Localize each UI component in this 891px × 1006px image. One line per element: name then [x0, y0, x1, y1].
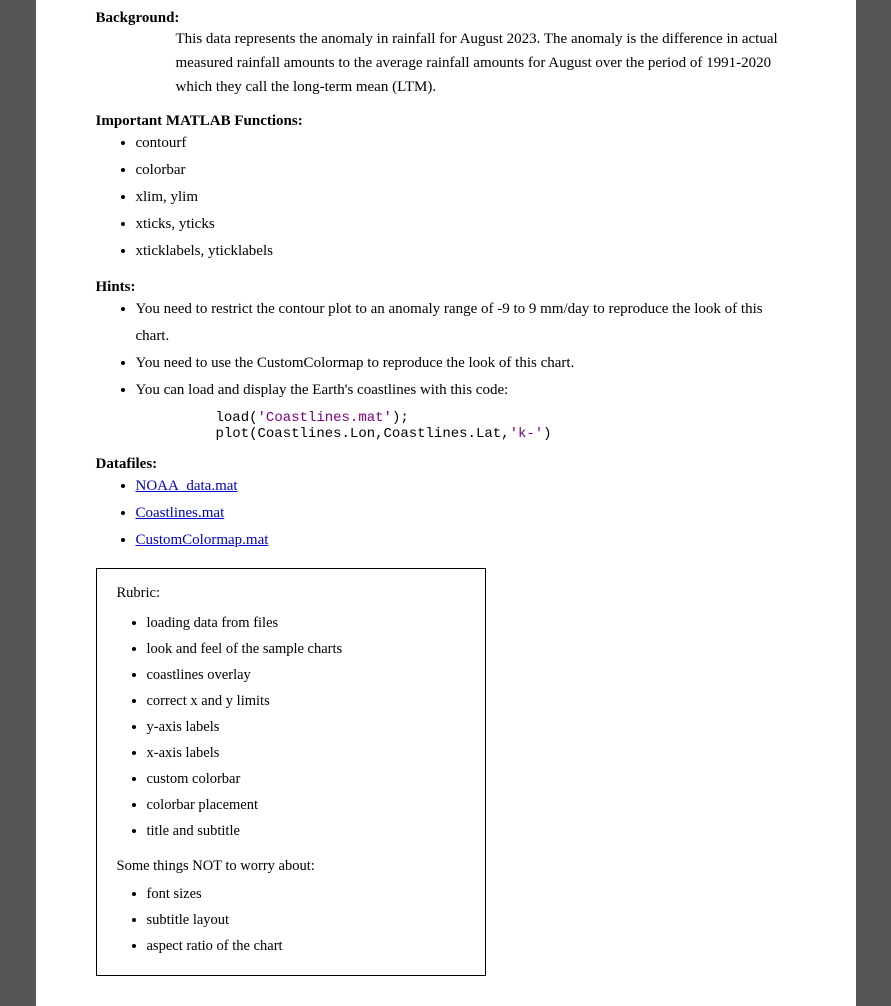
- page-container: Background: This data represents the ano…: [36, 0, 856, 1006]
- list-item: font sizes: [147, 881, 465, 907]
- coastlines-link[interactable]: Coastlines.mat: [136, 505, 225, 521]
- code-line-2: plot(Coastlines.Lon,Coastlines.Lat,'k-'): [216, 426, 796, 442]
- list-item: You need to use the CustomColormap to re…: [136, 350, 796, 377]
- list-item: y-axis labels: [147, 714, 465, 740]
- not-worry-label: Some things NOT to worry about:: [117, 854, 465, 879]
- matlab-functions-list: contourf colorbar xlim, ylim xticks, yti…: [136, 130, 796, 265]
- hints-label: Hints:: [96, 279, 136, 295]
- code-coastlines-string: 'Coastlines.mat': [258, 410, 392, 426]
- list-item: correct x and y limits: [147, 688, 465, 714]
- code-semicolon: );: [392, 410, 409, 426]
- list-item: colorbar placement: [147, 792, 465, 818]
- list-item: xlim, ylim: [136, 184, 796, 211]
- list-item: title and subtitle: [147, 818, 465, 844]
- list-item: custom colorbar: [147, 766, 465, 792]
- list-item: You can load and display the Earth's coa…: [136, 377, 796, 404]
- code-k-string: 'k-': [510, 426, 544, 442]
- background-section: Background: This data represents the ano…: [96, 10, 796, 99]
- background-label: Background:: [96, 10, 180, 26]
- hint-1: You need to restrict the contour plot to…: [136, 301, 763, 344]
- datafiles-section: Datafiles: NOAA_data.mat Coastlines.mat …: [96, 456, 796, 554]
- datafiles-list: NOAA_data.mat Coastlines.mat CustomColor…: [136, 473, 796, 554]
- list-item: loading data from files: [147, 610, 465, 636]
- datafiles-label: Datafiles:: [96, 456, 158, 472]
- list-item: colorbar: [136, 157, 796, 184]
- list-item: look and feel of the sample charts: [147, 636, 465, 662]
- matlab-func-3: xlim, ylim: [136, 189, 199, 205]
- list-item: Coastlines.mat: [136, 500, 796, 527]
- list-item: x-axis labels: [147, 740, 465, 766]
- background-text: This data represents the anomaly in rain…: [176, 27, 796, 99]
- matlab-section: Important MATLAB Functions: contourf col…: [96, 113, 796, 265]
- code-plot-suffix: ): [543, 426, 551, 442]
- code-line-1: load('Coastlines.mat');: [216, 410, 796, 426]
- list-item: xticks, yticks: [136, 211, 796, 238]
- list-item: NOAA_data.mat: [136, 473, 796, 500]
- hints-section: Hints: You need to restrict the contour …: [96, 279, 796, 442]
- rubric-box: Rubric: loading data from files look and…: [96, 568, 486, 976]
- rubric-items-list: loading data from files look and feel of…: [147, 610, 465, 845]
- list-item: xticklabels, yticklabels: [136, 238, 796, 265]
- matlab-func-1: contourf: [136, 135, 187, 151]
- list-item: aspect ratio of the chart: [147, 933, 465, 959]
- hint-3: You can load and display the Earth's coa…: [136, 382, 509, 398]
- list-item: coastlines overlay: [147, 662, 465, 688]
- not-worry-list: font sizes subtitle layout aspect ratio …: [147, 881, 465, 959]
- noaa-data-link[interactable]: NOAA_data.mat: [136, 478, 238, 494]
- matlab-label: Important MATLAB Functions:: [96, 113, 303, 129]
- hints-list: You need to restrict the contour plot to…: [136, 296, 796, 404]
- list-item: subtitle layout: [147, 907, 465, 933]
- matlab-func-2: colorbar: [136, 162, 186, 178]
- hint-2: You need to use the CustomColormap to re…: [136, 355, 575, 371]
- list-item: contourf: [136, 130, 796, 157]
- code-load: load(: [216, 410, 258, 426]
- list-item: You need to restrict the contour plot to…: [136, 296, 796, 350]
- code-plot-prefix: plot(Coastlines.Lon,Coastlines.Lat,: [216, 426, 510, 442]
- matlab-func-4: xticks, yticks: [136, 216, 215, 232]
- matlab-func-5: xticklabels, yticklabels: [136, 243, 273, 259]
- list-item: CustomColormap.mat: [136, 527, 796, 554]
- custom-colormap-link[interactable]: CustomColormap.mat: [136, 532, 269, 548]
- code-block: load('Coastlines.mat'); plot(Coastlines.…: [216, 410, 796, 442]
- rubric-title: Rubric:: [117, 581, 465, 606]
